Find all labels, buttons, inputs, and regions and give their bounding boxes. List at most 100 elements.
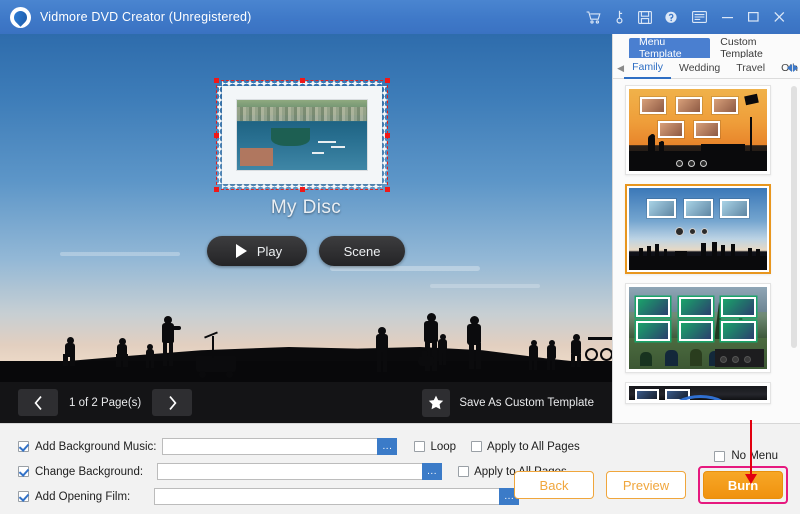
close-icon[interactable] [766, 0, 792, 34]
tab-custom-template[interactable]: Custom Template [710, 38, 800, 58]
triangle-right-icon[interactable] [793, 64, 798, 72]
scene-button[interactable]: Scene [319, 236, 405, 266]
maximize-icon[interactable] [740, 0, 766, 34]
burn-button[interactable]: Burn [703, 471, 783, 499]
resize-handle-n[interactable] [300, 78, 305, 83]
preview-button[interactable]: Preview [606, 471, 686, 499]
template-list[interactable] [613, 79, 800, 423]
opening-film-input[interactable] [154, 488, 499, 505]
change-background-checkbox[interactable] [18, 466, 29, 477]
annotation-arrow-icon [750, 420, 752, 475]
template-dusk-beach[interactable] [625, 184, 771, 274]
template-photo-cell [679, 321, 714, 341]
row-change-background: Change Background: ... Apply to All Page… [18, 463, 567, 480]
bicycle-wheel [585, 348, 598, 361]
template-photo-cell [658, 121, 684, 138]
template-photo-cell [647, 199, 676, 217]
wagon-handle [212, 336, 214, 358]
resize-handle-nw[interactable] [214, 78, 219, 83]
category-scroll-left-icon[interactable]: ◀ [617, 63, 624, 74]
title-bar: Vidmore DVD Creator (Unregistered) [0, 0, 800, 34]
subtab-wedding[interactable]: Wedding [671, 58, 728, 79]
add-background-music-checkbox[interactable] [18, 441, 29, 452]
apply-all-pages-music-option: Apply to All Pages [471, 441, 580, 453]
template-photo-cell [684, 199, 713, 217]
resize-handle-s[interactable] [300, 187, 305, 192]
bottom-options-panel: Add Background Music: ... Loop Apply to … [0, 423, 800, 514]
menu-preview-canvas[interactable]: My Disc Play Scene [0, 34, 612, 423]
resize-handle-ne[interactable] [385, 78, 390, 83]
cart-icon[interactable] [580, 0, 606, 34]
apply-all-pages-music-label: Apply to All Pages [487, 441, 580, 453]
template-photo-cell [640, 97, 666, 114]
row-add-opening-film: Add Opening Film: ... [18, 488, 519, 505]
subtab-travel-label: Travel [736, 62, 765, 74]
no-menu-option: No Menu [714, 450, 778, 462]
template-nav-dots [675, 227, 708, 236]
add-background-music-label: Add Background Music: [35, 441, 156, 453]
disc-title-text[interactable]: My Disc [0, 197, 612, 219]
menu-button-row: Play Scene [0, 236, 612, 266]
background-music-input[interactable] [162, 438, 377, 455]
no-menu-checkbox[interactable] [714, 451, 725, 462]
star-icon [422, 389, 450, 417]
next-page-button[interactable] [152, 389, 192, 416]
template-nav-dots [720, 356, 751, 363]
stamp-photo-frame[interactable] [216, 80, 388, 190]
template-photo-cell [721, 321, 756, 341]
scene-button-label: Scene [344, 244, 381, 259]
prev-page-button[interactable] [18, 389, 58, 416]
bicycle-wheel [600, 348, 612, 361]
feedback-icon[interactable] [684, 0, 714, 34]
tab-menu-template-label: Menu Template [639, 36, 700, 60]
change-background-label: Change Background: [35, 466, 143, 478]
template-mountain-picnic[interactable] [625, 283, 771, 373]
apply-all-pages-background-checkbox[interactable] [458, 466, 469, 477]
loop-option: Loop [414, 441, 456, 453]
loop-checkbox[interactable] [414, 441, 425, 452]
loop-label: Loop [430, 441, 456, 453]
tab-custom-template-label: Custom Template [720, 36, 790, 60]
template-photo-cell [694, 121, 720, 138]
template-sunset-family[interactable] [625, 85, 771, 175]
page-indicator: 1 of 2 Page(s) [69, 397, 141, 409]
subtab-travel[interactable]: Travel [728, 58, 773, 79]
resize-handle-w[interactable] [214, 133, 219, 138]
change-background-input[interactable] [157, 463, 422, 480]
add-opening-film-label: Add Opening Film: [35, 491, 130, 503]
key-icon[interactable] [606, 0, 632, 34]
resize-handle-e[interactable] [385, 133, 390, 138]
save-as-custom-template-button[interactable]: Save As Custom Template [422, 389, 594, 417]
subtab-family-label: Family [632, 61, 663, 73]
resize-handle-sw[interactable] [214, 187, 219, 192]
play-button[interactable]: Play [207, 236, 307, 266]
triangle-left-icon[interactable] [787, 64, 792, 72]
template-photo-cell [720, 199, 749, 217]
bicycle-frame [588, 337, 612, 340]
background-music-browse-button[interactable]: ... [377, 438, 397, 455]
change-background-browse-button[interactable]: ... [422, 463, 442, 480]
cloud-streak [330, 266, 480, 271]
subtab-family[interactable]: Family [624, 58, 671, 79]
play-triangle-icon [236, 244, 247, 258]
apply-all-pages-music-checkbox[interactable] [471, 441, 482, 452]
app-title: Vidmore DVD Creator (Unregistered) [40, 10, 252, 24]
category-nav-arrows [787, 64, 798, 72]
resize-handle-se[interactable] [385, 187, 390, 192]
tab-menu-template[interactable]: Menu Template [629, 38, 710, 58]
template-tab-row: Menu Template Custom Template [613, 34, 800, 58]
template-dark-arc[interactable] [625, 382, 771, 404]
cloud-streak [430, 284, 540, 288]
register-icon[interactable] [632, 0, 658, 34]
row-add-background-music: Add Background Music: ... Loop Apply to … [18, 438, 580, 455]
template-scrollbar[interactable] [791, 86, 797, 348]
flame-disc-logo-icon [10, 7, 31, 28]
minimize-icon[interactable] [714, 0, 740, 34]
template-photo-cell [721, 297, 756, 317]
back-button[interactable]: Back [514, 471, 594, 499]
wagon-handle [204, 331, 218, 338]
no-menu-label: No Menu [731, 450, 778, 462]
template-category-row: ◀ Family Wedding Travel Oth [613, 58, 800, 79]
add-opening-film-checkbox[interactable] [18, 491, 29, 502]
help-icon[interactable] [658, 0, 684, 34]
